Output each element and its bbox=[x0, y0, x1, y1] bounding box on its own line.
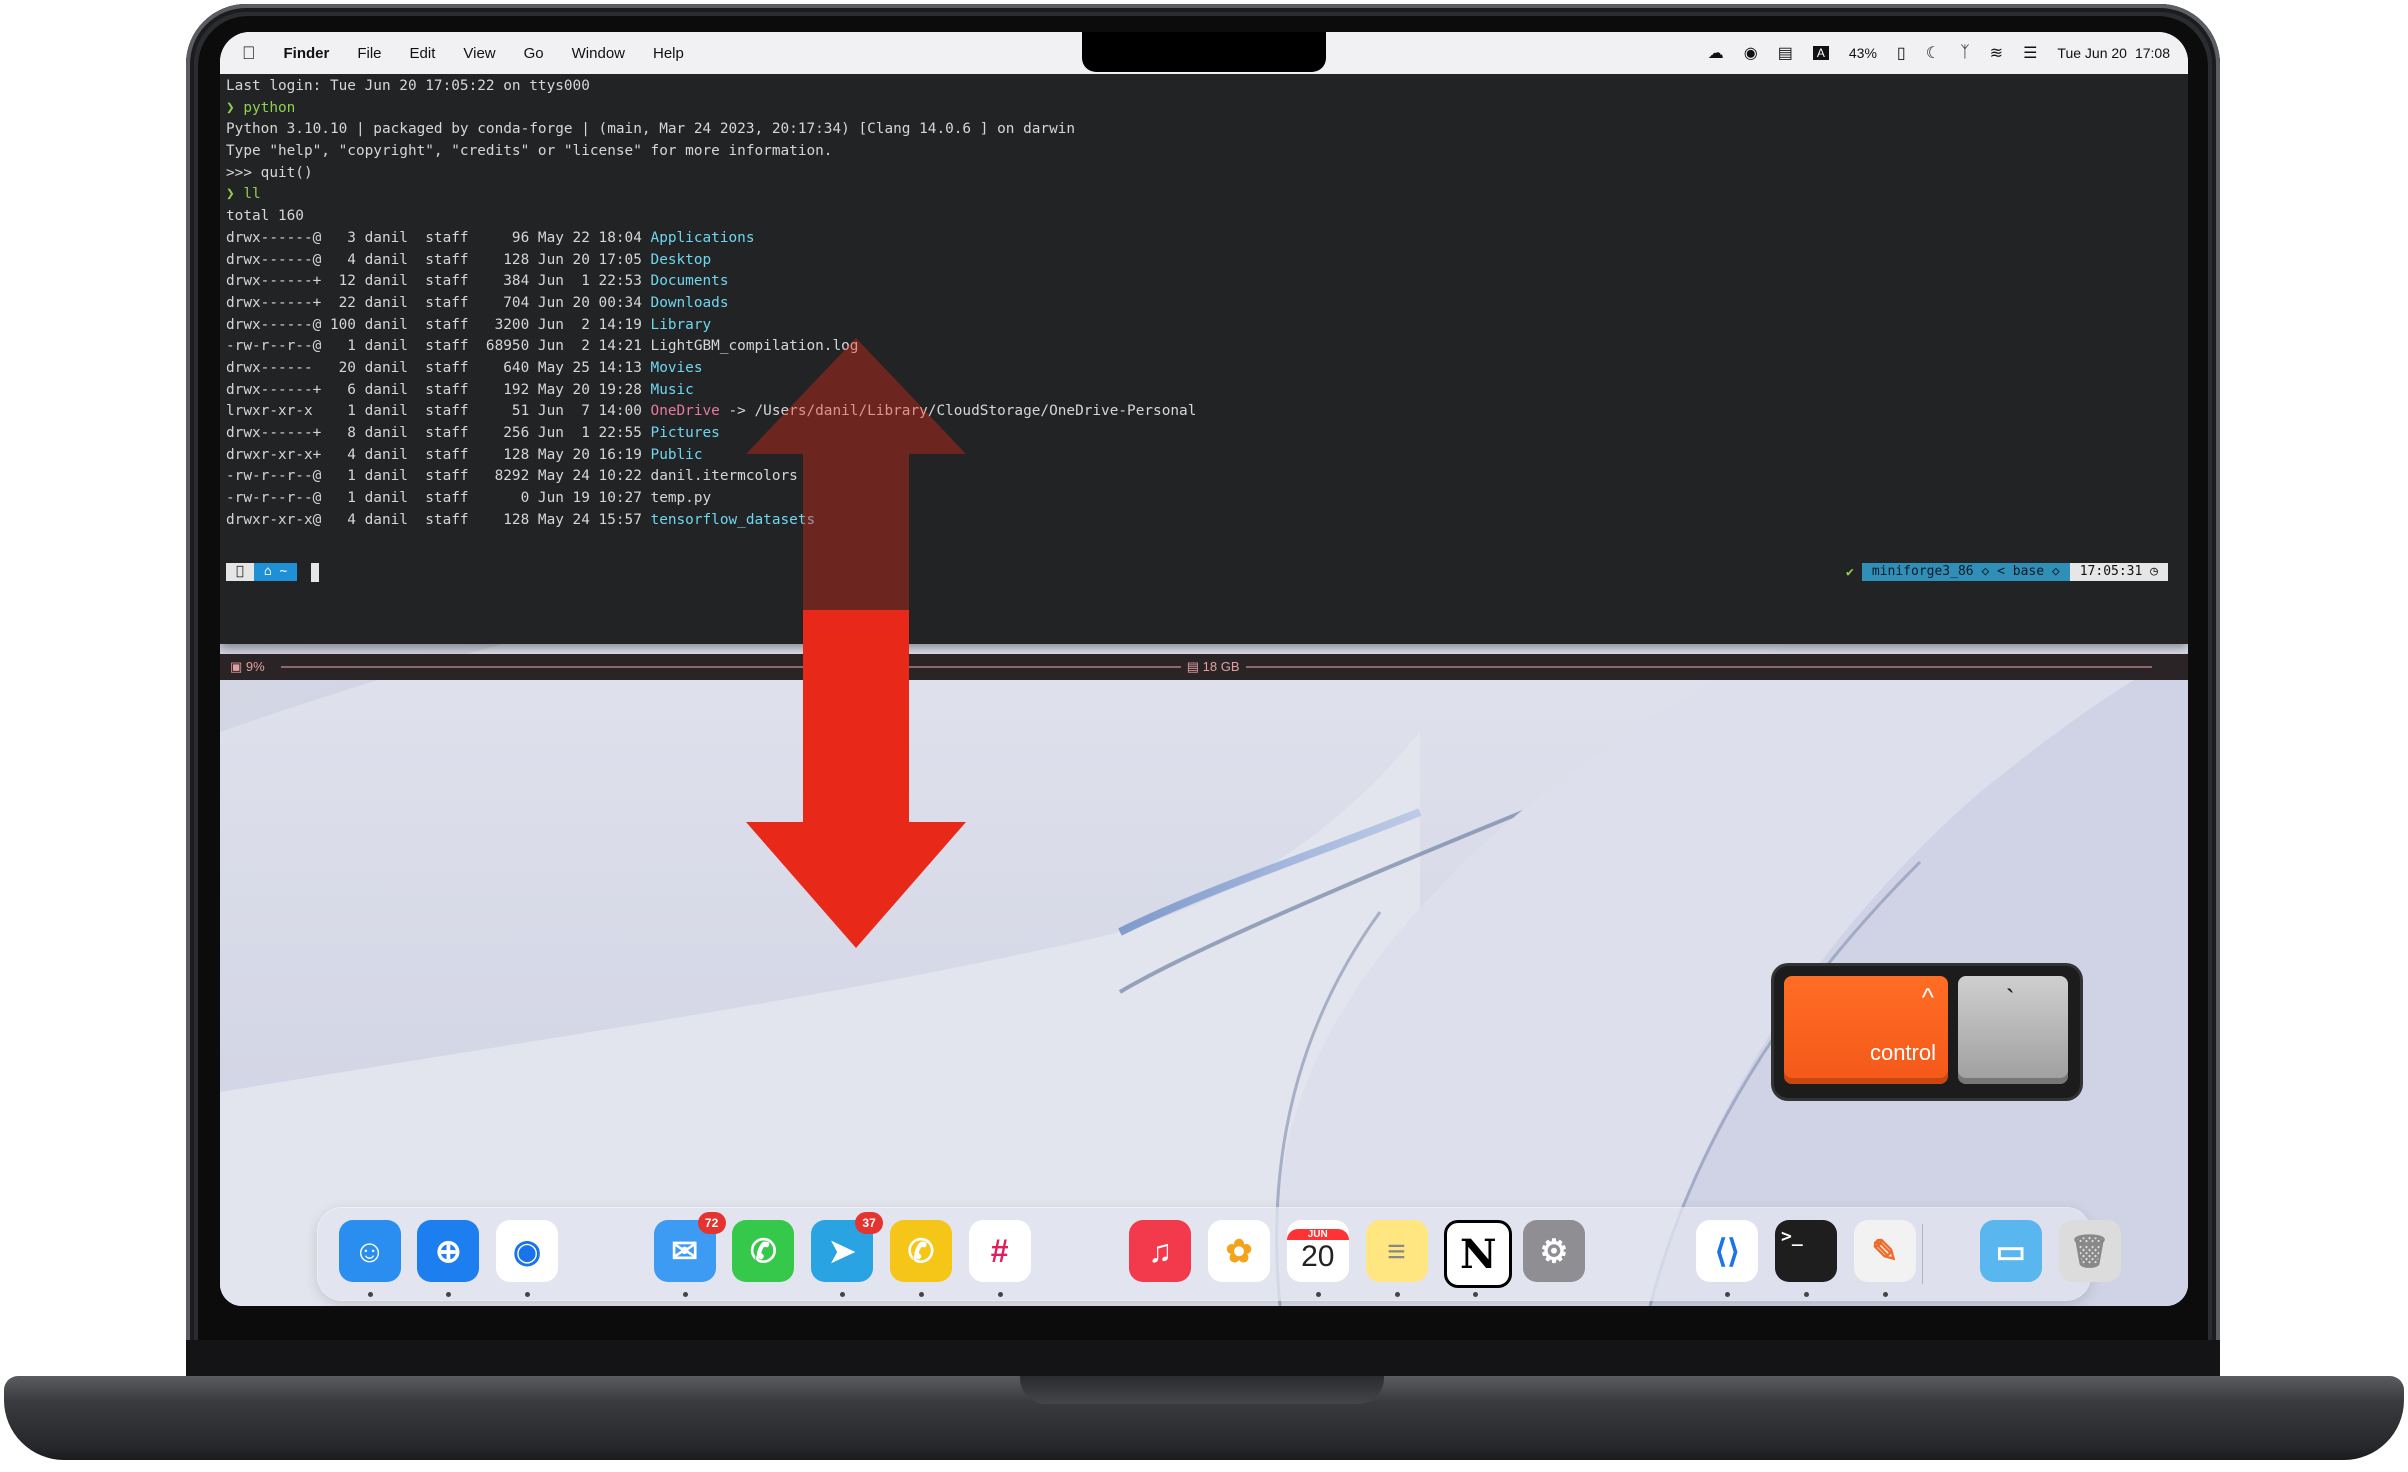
arrow-up-faded bbox=[746, 338, 966, 610]
calendar-icon[interactable]: JUN 20 bbox=[1286, 1220, 1349, 1282]
running-indicator bbox=[367, 1292, 373, 1297]
calendar-month: JUN bbox=[1286, 1228, 1349, 1240]
onepassword-icon[interactable]: ◉ bbox=[1744, 43, 1758, 63]
safari-icon[interactable]: ⊕ bbox=[417, 1220, 480, 1282]
running-indicator bbox=[840, 1292, 846, 1297]
keystroke-overlay: ^ control ` bbox=[1774, 966, 2080, 1098]
mail-icon[interactable]: ✉ 72 bbox=[653, 1212, 726, 1282]
messages-icon[interactable]: ✆ bbox=[732, 1220, 795, 1282]
photos-icon[interactable]: ✿ bbox=[1208, 1220, 1270, 1282]
slack-icon[interactable]: # bbox=[968, 1220, 1031, 1282]
menu-help[interactable]: Help bbox=[653, 45, 684, 62]
battery-icon[interactable]: ▯ bbox=[1897, 43, 1906, 63]
menu-window[interactable]: Window bbox=[572, 45, 625, 62]
keyboard-input-icon[interactable]: A bbox=[1812, 46, 1829, 60]
running-indicator bbox=[682, 1292, 688, 1297]
menu-go[interactable]: Go bbox=[524, 45, 544, 62]
running-indicator bbox=[446, 1292, 452, 1297]
notes-icon[interactable]: ≡ bbox=[1365, 1220, 1428, 1282]
backtick-key: ` bbox=[1958, 976, 2068, 1084]
running-indicator bbox=[525, 1292, 531, 1297]
camera-notch bbox=[1082, 32, 1326, 72]
battery-percent[interactable]: 43% bbox=[1849, 45, 1877, 61]
notification-badge: 37 bbox=[855, 1212, 884, 1234]
vscode-icon[interactable]: ⟨⟩ bbox=[1696, 1220, 1759, 1282]
music-icon[interactable]: ♫ bbox=[1129, 1220, 1192, 1282]
slide-arrow-icon bbox=[746, 338, 966, 948]
arrow-down bbox=[746, 610, 966, 948]
control-key-label: control bbox=[1869, 1040, 1936, 1065]
running-indicator bbox=[1473, 1292, 1479, 1297]
moon-icon[interactable]: ☾ bbox=[1926, 43, 1940, 63]
menu-time[interactable]: 17:08 bbox=[2135, 45, 2170, 61]
control-center-icon[interactable]: ☰ bbox=[2023, 43, 2037, 63]
whatsapp-icon[interactable]: ✆ bbox=[889, 1220, 952, 1282]
backtick-key-label: ` bbox=[2006, 984, 2015, 1014]
running-indicator bbox=[1882, 1292, 1888, 1297]
finder-icon[interactable]: ☺ bbox=[338, 1220, 401, 1282]
wifi-icon[interactable]: ≋ bbox=[1990, 43, 2003, 63]
control-key: ^ control bbox=[1784, 976, 1948, 1084]
running-indicator bbox=[1804, 1292, 1809, 1297]
menu-app-name[interactable]: Finder bbox=[284, 45, 330, 62]
dock-separator bbox=[1922, 1224, 1923, 1284]
cloud-icon[interactable]: ☁ bbox=[1708, 43, 1724, 63]
menu-edit[interactable]: Edit bbox=[410, 45, 436, 62]
settings-icon[interactable]: ⚙ bbox=[1523, 1220, 1585, 1282]
bluetooth-icon[interactable]: ᛉ bbox=[1960, 44, 1970, 62]
laptop-base-notch bbox=[1020, 1376, 1384, 1404]
status-tray: ☁ ◉ ▤ A 43% ▯ ☾ ᛉ ≋ ☰ Tue Jun 20 17:08 bbox=[1708, 32, 2170, 74]
menu-view[interactable]: View bbox=[463, 45, 495, 62]
calendar-day: 20 bbox=[1301, 1239, 1335, 1273]
running-indicator bbox=[1394, 1292, 1400, 1297]
telegram-icon[interactable]: ➤ 37 bbox=[811, 1212, 884, 1282]
menu-date[interactable]: Tue Jun 20 bbox=[2057, 45, 2127, 61]
notion-icon[interactable]: N bbox=[1444, 1220, 1513, 1288]
terminal-icon[interactable]: >_ bbox=[1775, 1220, 1837, 1282]
dock: ☺ ⊕ ◉ ✉ 72 ✆ ➤ 37 ✆ # ♫ ✿ JUN 20 ≡ N ⚙ ⟨⟩ >_ ✎ ▭ 🗑 bbox=[318, 1208, 2121, 1300]
running-indicator bbox=[997, 1292, 1003, 1297]
running-indicator bbox=[1725, 1292, 1731, 1297]
menu-file[interactable]: File bbox=[357, 45, 381, 62]
notification-badge: 72 bbox=[697, 1212, 726, 1234]
running-indicator bbox=[918, 1292, 924, 1297]
control-caret: ^ bbox=[1921, 982, 1934, 1012]
running-indicator bbox=[1315, 1292, 1321, 1297]
screen:  Finder File Edit View Go Window Help ☁… bbox=[220, 32, 2188, 1306]
chrome-icon[interactable]: ◉ bbox=[496, 1220, 559, 1282]
folder-icon[interactable]: ▭ bbox=[1979, 1220, 2042, 1282]
trash-icon[interactable]: 🗑 bbox=[2058, 1220, 2121, 1282]
apple-icon[interactable]:  bbox=[242, 43, 256, 64]
pixelmator-icon[interactable]: ✎ bbox=[1853, 1220, 1916, 1282]
chat-icon[interactable]: ▤ bbox=[1778, 43, 1793, 63]
